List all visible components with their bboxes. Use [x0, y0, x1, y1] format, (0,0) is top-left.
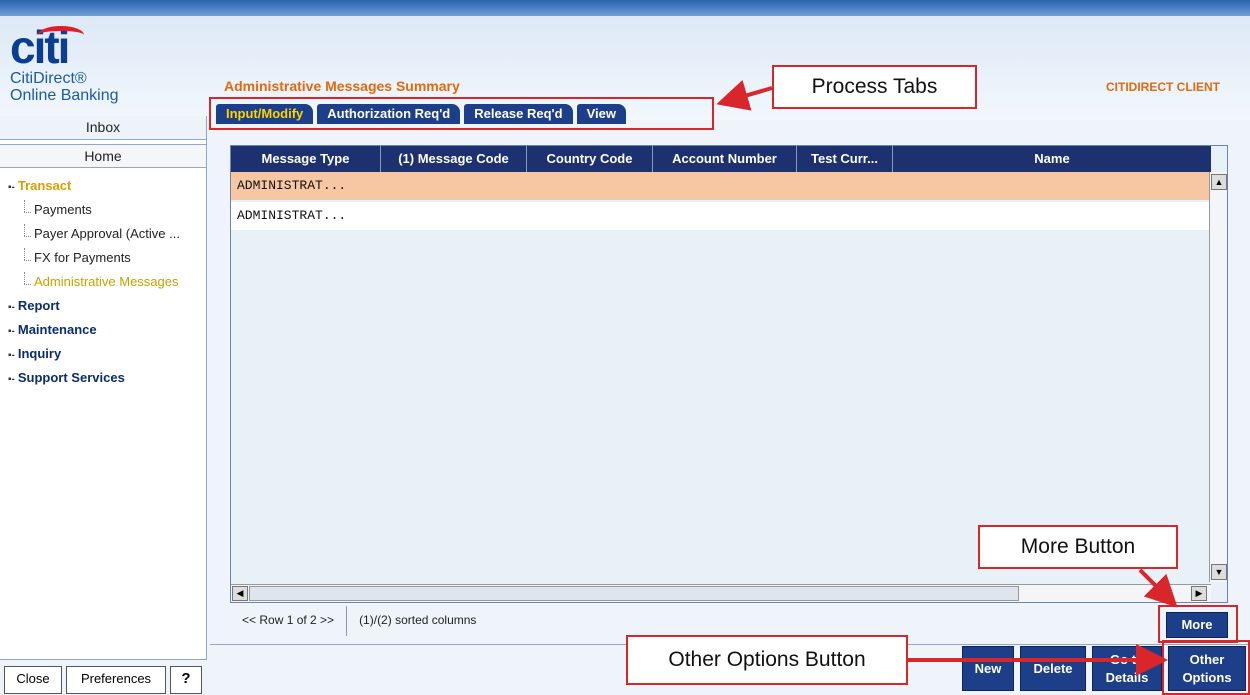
product-name-line2: Online Banking	[10, 87, 119, 104]
column-header-account-number[interactable]: Account Number	[653, 146, 797, 172]
column-header-message-type[interactable]: Message Type	[231, 146, 381, 172]
nav-section-report[interactable]: ▪- Report	[0, 296, 206, 320]
cell-message-type: ADMINISTRAT...	[237, 208, 347, 223]
nav-item-payer-approval[interactable]: Payer Approval (Active ...	[0, 224, 206, 248]
preferences-button[interactable]: Preferences	[66, 666, 166, 694]
citi-logo: citi CitiDirect® Online Banking	[10, 24, 130, 114]
callout-more-button: More Button	[978, 525, 1178, 569]
delete-button[interactable]: Delete	[1020, 646, 1086, 691]
sort-info: (1)/(2) sorted columns	[359, 613, 477, 627]
column-header-country-code[interactable]: Country Code	[527, 146, 653, 172]
logo-arc-icon	[38, 26, 84, 44]
table-row[interactable]: ADMINISTRAT...	[231, 202, 1211, 230]
nav-item-fx-for-payments[interactable]: FX for Payments	[0, 248, 206, 272]
help-button[interactable]: ?	[170, 666, 202, 694]
left-nav: Inbox Home ▪- Transact Payments Payer App…	[0, 116, 207, 695]
process-tabs-highlight	[209, 97, 714, 130]
page-title: Administrative Messages Summary	[224, 78, 460, 94]
vertical-scrollbar[interactable]: ▲ ▼	[1209, 172, 1227, 582]
top-banner	[0, 0, 1250, 16]
horizontal-scrollbar[interactable]: ◀ ▶	[231, 584, 1211, 602]
nav-section-label: Maintenance	[17, 322, 97, 337]
grid-header: Message Type (1) Message Code Country Co…	[231, 146, 1211, 172]
tree-node-icon: ▪-	[8, 326, 15, 337]
scroll-right-icon[interactable]: ▶	[1191, 586, 1207, 601]
nav-section-inquiry[interactable]: ▪- Inquiry	[0, 344, 206, 368]
new-button[interactable]: New	[962, 646, 1014, 691]
row-pager[interactable]: << Row 1 of 2 >>	[230, 606, 348, 636]
table-row[interactable]: ADMINISTRAT...	[231, 172, 1211, 200]
tree-node-icon: ▪-	[8, 182, 15, 193]
inbox-button[interactable]: Inbox	[0, 116, 206, 140]
nav-tree: ▪- Transact Payments Payer Approval (Acti…	[0, 170, 206, 392]
more-button-highlight	[1158, 605, 1238, 643]
client-label: CITIDIRECT CLIENT	[1106, 80, 1220, 94]
tree-node-icon: ▪-	[8, 302, 15, 313]
go-to-label: Go to	[1110, 652, 1144, 667]
go-to-details-button[interactable]: Go to Details	[1092, 646, 1162, 691]
column-header-name[interactable]: Name	[893, 146, 1211, 172]
close-button[interactable]: Close	[4, 666, 62, 694]
scroll-up-icon[interactable]: ▲	[1211, 174, 1227, 190]
callout-other-options-button: Other Options Button	[626, 635, 908, 685]
nav-section-maintenance[interactable]: ▪- Maintenance	[0, 320, 206, 344]
nav-footer: Close Preferences ?	[0, 659, 207, 695]
nav-section-transact[interactable]: ▪- Transact	[0, 176, 206, 200]
other-options-highlight	[1162, 640, 1250, 695]
horizontal-scroll-thumb[interactable]	[249, 586, 1019, 601]
nav-section-label: Inquiry	[17, 346, 62, 361]
nav-item-administrative-messages[interactable]: Administrative Messages	[0, 272, 206, 296]
scroll-left-icon[interactable]: ◀	[232, 586, 248, 601]
nav-section-label: Support Services	[17, 370, 125, 385]
nav-section-support-services[interactable]: ▪- Support Services	[0, 368, 206, 392]
column-header-test-curr[interactable]: Test Curr...	[797, 146, 893, 172]
tree-node-icon: ▪-	[8, 350, 15, 361]
column-header-message-code[interactable]: (1) Message Code	[381, 146, 527, 172]
scroll-down-icon[interactable]: ▼	[1211, 564, 1227, 580]
nav-item-payments[interactable]: Payments	[0, 200, 206, 224]
details-label: Details	[1105, 670, 1149, 685]
callout-process-tabs: Process Tabs	[772, 65, 977, 109]
home-button[interactable]: Home	[0, 144, 206, 168]
cell-message-type: ADMINISTRAT...	[237, 178, 347, 193]
tree-node-icon: ▪-	[8, 374, 15, 385]
nav-section-label: Report	[17, 298, 60, 313]
nav-section-label: Transact	[17, 178, 72, 193]
grid-status-bar: << Row 1 of 2 >> (1)/(2) sorted columns	[230, 606, 1150, 636]
